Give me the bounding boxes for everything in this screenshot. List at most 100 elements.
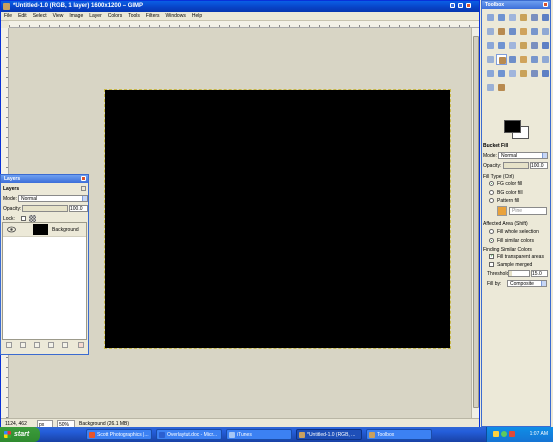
menu-layer[interactable]: Layer — [86, 12, 105, 21]
task-itunes[interactable]: iTunes — [226, 429, 292, 440]
fg-fill-label[interactable]: FG color fill — [497, 181, 522, 187]
rotate-icon[interactable] — [496, 40, 507, 51]
new-layer-icon[interactable] — [6, 342, 12, 348]
fill-by-select[interactable]: Composite — [507, 280, 547, 287]
bucket-fill-icon[interactable] — [496, 54, 507, 65]
shear-icon[interactable] — [518, 40, 529, 51]
task-toolbox[interactable]: Toolbox — [366, 429, 432, 440]
layer-opacity-spinbox[interactable]: 100.0 — [69, 205, 88, 212]
tray-icon[interactable] — [493, 431, 499, 437]
text-icon[interactable] — [485, 54, 496, 65]
fg-fill-radio[interactable] — [489, 181, 494, 186]
lower-layer-icon[interactable] — [34, 342, 40, 348]
eraser-icon[interactable] — [540, 54, 551, 65]
fill-whole-selection-label[interactable]: Fill whole selection — [497, 229, 539, 235]
menu-help[interactable]: Help — [189, 12, 205, 21]
tool-mode-select[interactable]: Normal — [498, 152, 548, 159]
crop-icon[interactable] — [485, 40, 496, 51]
tool-opacity-spinbox[interactable]: 100.0 — [530, 162, 548, 169]
layer-mode-select[interactable]: Normal — [18, 195, 88, 202]
menu-filters[interactable]: Filters — [143, 12, 163, 21]
scrollbar-thumb[interactable] — [473, 36, 479, 408]
menu-windows[interactable]: Windows — [163, 12, 189, 21]
layer-name[interactable]: Background — [52, 227, 79, 233]
pattern-fill-label[interactable]: Pattern fill — [497, 198, 519, 204]
menu-edit[interactable]: Edit — [15, 12, 30, 21]
airbrush-icon[interactable] — [485, 68, 496, 79]
perspective-icon[interactable] — [529, 40, 540, 51]
sample-merged-checkbox[interactable] — [489, 262, 494, 267]
horizontal-ruler[interactable] — [9, 21, 479, 28]
bg-fill-label[interactable]: BG color fill — [497, 190, 523, 196]
menu-select[interactable]: Select — [30, 12, 50, 21]
rect-select-icon[interactable] — [485, 12, 496, 23]
fill-similar-colors-radio[interactable] — [489, 238, 494, 243]
smudge-icon[interactable] — [540, 68, 551, 79]
pencil-icon[interactable] — [518, 54, 529, 65]
fill-similar-colors-label[interactable]: Fill similar colors — [497, 238, 534, 244]
close-icon[interactable] — [81, 176, 86, 181]
color-picker-icon[interactable] — [496, 26, 507, 37]
menu-image[interactable]: Image — [66, 12, 86, 21]
chain-link-icon[interactable] — [20, 226, 28, 233]
layers-dialog-titlebar[interactable]: Layers — [1, 175, 88, 183]
task-gimp-image[interactable]: *Untitled-1.0 (RGB, ... — [296, 429, 362, 440]
menu-tools[interactable]: Tools — [125, 12, 143, 21]
foreground-color-swatch[interactable] — [504, 120, 521, 133]
pattern-fill-radio[interactable] — [489, 198, 494, 203]
layer-opacity-slider[interactable] — [22, 205, 68, 212]
menu-colors[interactable]: Colors — [105, 12, 125, 21]
ellipse-select-icon[interactable] — [496, 12, 507, 23]
scale-icon[interactable] — [507, 40, 518, 51]
bg-fill-radio[interactable] — [489, 190, 494, 195]
image-window-titlebar[interactable]: *Untitled-1.0 (RGB, 1 layer) 1600x1200 –… — [1, 1, 479, 12]
pattern-name-field[interactable]: Pine — [509, 207, 547, 215]
threshold-spinbox[interactable]: 15.0 — [531, 270, 548, 277]
free-select-icon[interactable] — [507, 12, 518, 23]
zoom-icon[interactable] — [507, 26, 518, 37]
paths-icon[interactable] — [485, 26, 496, 37]
ink-icon[interactable] — [496, 68, 507, 79]
close-icon[interactable] — [466, 3, 471, 8]
measure-icon[interactable] — [518, 26, 529, 37]
dodge-burn-icon[interactable] — [496, 82, 507, 93]
fill-transparent-checkbox[interactable] — [489, 253, 494, 259]
task-scott-photographics[interactable]: Scott Photographics |... — [86, 429, 152, 440]
sample-merged-label[interactable]: Sample merged — [497, 262, 532, 268]
threshold-slider[interactable] — [508, 270, 530, 277]
menu-view[interactable]: View — [50, 12, 67, 21]
layers-tab[interactable]: Layers — [3, 186, 19, 192]
lock-alpha-checkbox[interactable] — [21, 216, 26, 221]
move-icon[interactable] — [529, 26, 540, 37]
duplicate-layer-icon[interactable] — [48, 342, 54, 348]
tab-menu-icon[interactable] — [81, 186, 86, 191]
fill-transparent-label[interactable]: Fill transparent areas — [497, 254, 544, 260]
menu-file[interactable]: File — [1, 12, 15, 21]
task-overlaytut-doc[interactable]: Overlaytut.doc - Micr... — [156, 429, 222, 440]
blend-icon[interactable] — [507, 54, 518, 65]
raise-layer-icon[interactable] — [20, 342, 26, 348]
delete-layer-icon[interactable] — [78, 342, 84, 348]
layers-list[interactable]: Background — [2, 222, 87, 340]
select-by-color-icon[interactable] — [529, 12, 540, 23]
fuzzy-select-icon[interactable] — [518, 12, 529, 23]
eye-icon[interactable] — [7, 226, 16, 233]
scissors-icon[interactable] — [540, 12, 551, 23]
heal-icon[interactable] — [518, 68, 529, 79]
clone-icon[interactable] — [507, 68, 518, 79]
minimize-icon[interactable] — [450, 3, 455, 8]
anchor-layer-icon[interactable] — [62, 342, 68, 348]
perspective-clone-icon[interactable] — [529, 68, 540, 79]
image-canvas[interactable] — [104, 89, 451, 349]
fill-whole-selection-radio[interactable] — [489, 229, 494, 234]
tray-icon[interactable] — [501, 431, 507, 437]
pattern-preview[interactable] — [497, 206, 507, 216]
start-button[interactable]: start — [0, 427, 40, 442]
maximize-icon[interactable] — [458, 3, 463, 8]
paintbrush-icon[interactable] — [529, 54, 540, 65]
blur-icon[interactable] — [485, 82, 496, 93]
layer-row[interactable]: Background — [3, 223, 86, 237]
vertical-scrollbar[interactable] — [471, 28, 479, 418]
flip-icon[interactable] — [540, 40, 551, 51]
tool-opacity-slider[interactable] — [503, 162, 529, 169]
